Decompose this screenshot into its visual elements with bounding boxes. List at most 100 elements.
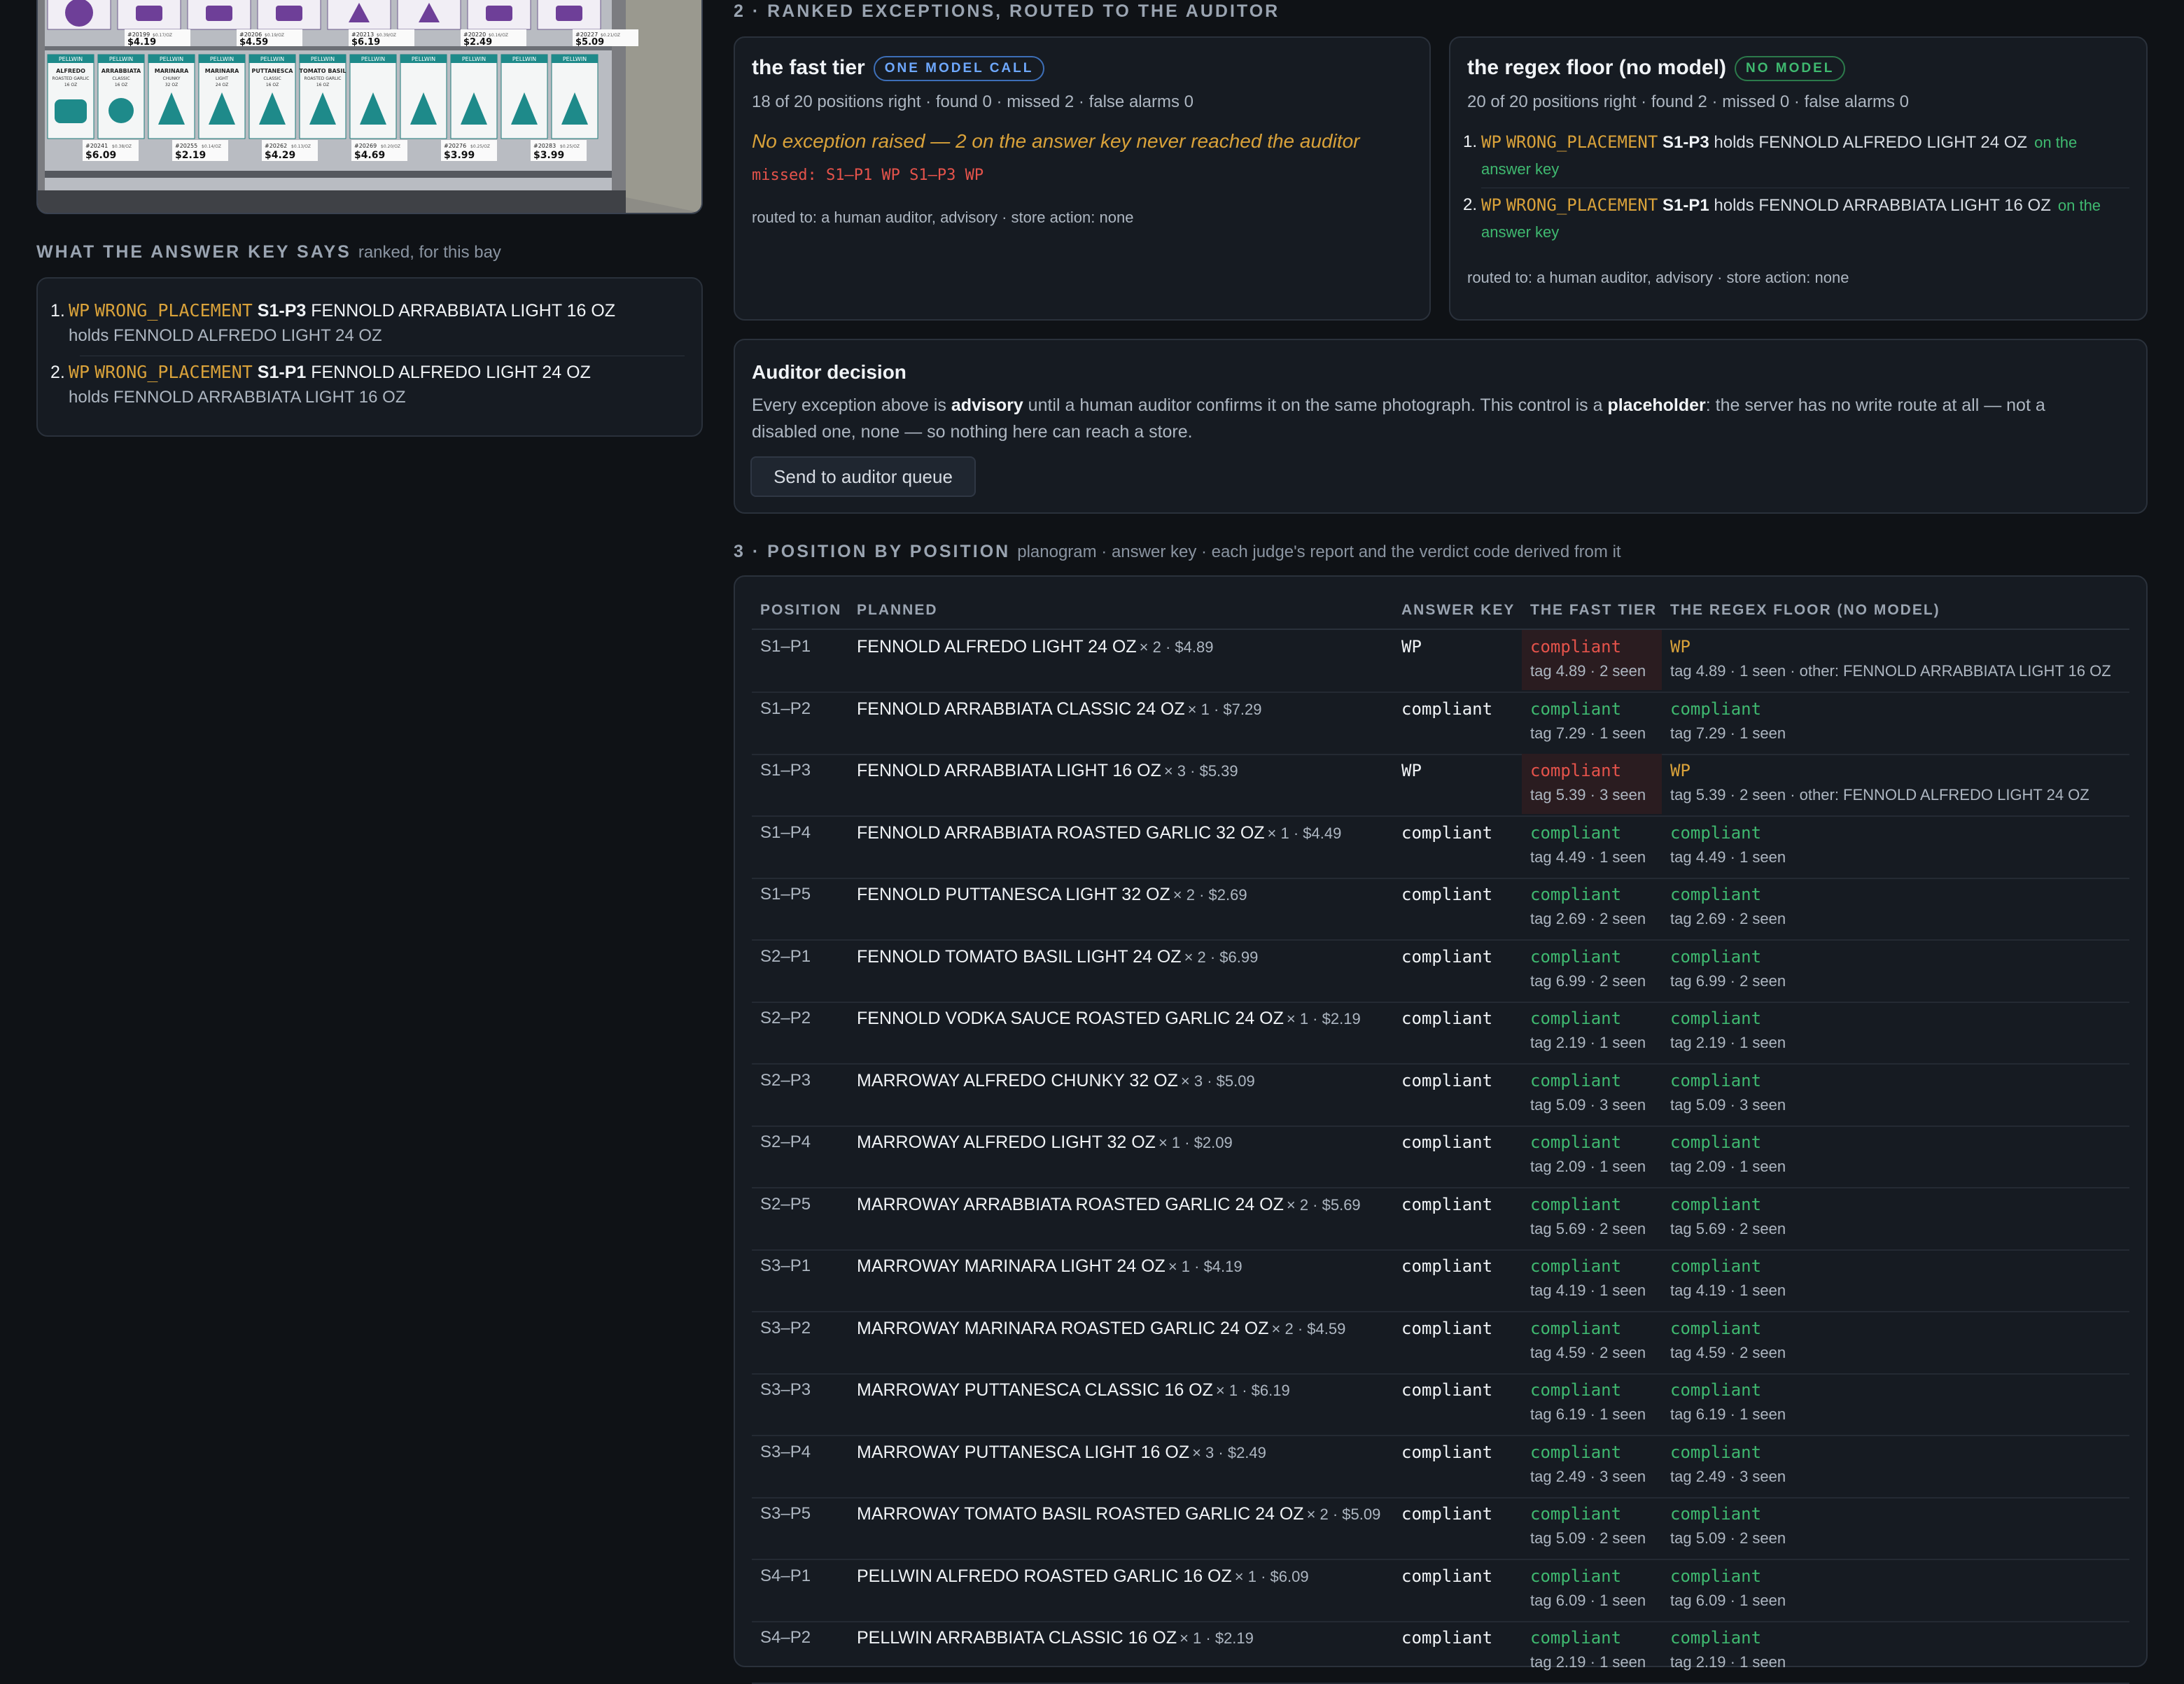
regex-verdict: compliant bbox=[1670, 1132, 1762, 1152]
jar-name: PUTTANESCA bbox=[251, 68, 293, 74]
price-tag: #20283 $0.25/OZ$3.99 bbox=[531, 140, 587, 161]
planned-cell: PELLWIN ARRABBIATA CLASSIC 16 OZ × 1 · $2… bbox=[857, 1628, 1254, 1648]
routed-to-text: routed to: a human auditor, advisory · s… bbox=[752, 209, 1134, 226]
planned-meta: × 2 · $4.59 bbox=[1271, 1319, 1346, 1338]
jar-size: 32 OZ bbox=[165, 83, 178, 87]
regex-verdict: compliant bbox=[1670, 1318, 1762, 1338]
position-cell: S2–P1 bbox=[760, 946, 811, 966]
tag-price: $4.19 bbox=[127, 37, 156, 48]
planned-cell: MARROWAY ALFREDO LIGHT 32 OZ × 1 · $2.09 bbox=[857, 1132, 1233, 1153]
fast-tier-cell: compliant tag 6.99 · 2 seen bbox=[1522, 940, 1662, 1000]
send-to-auditor-queue-button[interactable]: Send to auditor queue bbox=[750, 456, 976, 497]
regex-floor-cell: compliant tag 5.09 · 3 seen bbox=[1662, 1064, 2145, 1124]
answer-key-item: 1. WP WRONG_PLACEMENT S1-P3 FENNOLD ARRA… bbox=[50, 298, 666, 349]
jar-name: MARINARA bbox=[205, 68, 239, 74]
planned-cell: FENNOLD TOMATO BASIL LIGHT 24 OZ × 2 · $6… bbox=[857, 947, 1258, 967]
fast-tag: tag 4.89 · 2 seen bbox=[1530, 662, 1646, 680]
planned-product: FENNOLD ARRABBIATA ROASTED GARLIC 32 OZ bbox=[857, 822, 1265, 843]
planned-meta: × 1 · $2.09 bbox=[1158, 1134, 1233, 1151]
planned-meta: × 1 · $2.19 bbox=[1180, 1629, 1254, 1647]
planned-meta: × 1 · $4.19 bbox=[1168, 1258, 1242, 1275]
answer-key-cell: compliant bbox=[1401, 699, 1493, 719]
tag-price: $3.99 bbox=[533, 150, 564, 161]
planned-product: MARROWAY PUTTANESCA CLASSIC 16 OZ bbox=[857, 1380, 1213, 1400]
regex-floor-cell: compliant tag 4.19 · 1 seen bbox=[1662, 1249, 2145, 1310]
fast-tier-card: the fast tier ONE MODEL CALL 18 of 20 pos… bbox=[734, 36, 1431, 321]
jar-brand: PELLWIN bbox=[462, 56, 486, 62]
planned-cell: MARROWAY TOMATO BASIL ROASTED GARLIC 24 … bbox=[857, 1504, 1380, 1524]
price-tag: #20213 $0.39/OZ$6.19 bbox=[349, 29, 414, 48]
tag-unit-price: $0.20/OZ bbox=[381, 144, 400, 149]
regex-tag: tag 5.69 · 2 seen bbox=[1670, 1219, 1786, 1237]
verdict-label: WRONG_PLACEMENT bbox=[1506, 132, 1658, 152]
regex-floor-cell: compliant tag 5.69 · 2 seen bbox=[1662, 1188, 2145, 1248]
regex-tag: tag 4.59 · 2 seen bbox=[1670, 1343, 1786, 1361]
regex-floor-cell: compliant tag 2.49 · 3 seen bbox=[1662, 1436, 2145, 1496]
verdict-label: WRONG_PLACEMENT bbox=[1506, 195, 1658, 215]
position-cell: S3–P1 bbox=[760, 1256, 811, 1275]
fast-tier-cell: compliant tag 2.19 · 1 seen bbox=[1522, 1002, 1662, 1062]
fast-verdict: compliant bbox=[1530, 1504, 1622, 1524]
sauce-jar: PELLWIN bbox=[551, 54, 598, 139]
position-cell: S3–P3 bbox=[760, 1380, 811, 1399]
regex-tag: tag 2.49 · 3 seen bbox=[1670, 1467, 1786, 1485]
planned-meta: × 2 · $5.09 bbox=[1306, 1506, 1381, 1523]
tag-price: $6.09 bbox=[85, 150, 116, 161]
regex-floor-cell: compliant tag 4.59 · 2 seen bbox=[1662, 1312, 2145, 1372]
jar-name: MARINARA bbox=[155, 68, 189, 74]
auditor-decision-card: Auditor decision Every exception above i… bbox=[734, 339, 2148, 514]
table-row: S3–P2 MARROWAY MARINARA ROASTED GARLIC 24… bbox=[752, 1312, 2129, 1375]
planned-cell: FENNOLD ALFREDO LIGHT 24 OZ × 2 · $4.89 bbox=[857, 637, 1213, 657]
table-row: S2–P1 FENNOLD TOMATO BASIL LIGHT 24 OZ × 2… bbox=[752, 940, 2129, 1003]
regex-floor-cell: compliant tag 2.09 · 1 seen bbox=[1662, 1125, 2145, 1186]
planned-cell: FENNOLD VODKA SAUCE ROASTED GARLIC 24 OZ… bbox=[857, 1009, 1361, 1029]
fast-verdict: compliant bbox=[1530, 1194, 1622, 1214]
verdict-code: WP bbox=[1481, 132, 1502, 152]
planned-product: FENNOLD ALFREDO LIGHT 24 OZ bbox=[857, 637, 1137, 657]
tag-number: #20241 bbox=[85, 143, 108, 149]
jar-brand: PELLWIN bbox=[412, 56, 435, 62]
planned-cell: FENNOLD PUTTANESCA LIGHT 32 OZ × 2 · $2.6… bbox=[857, 885, 1247, 905]
fast-tag: tag 4.19 · 1 seen bbox=[1530, 1282, 1646, 1299]
planned-product: MARROWAY MARINARA ROASTED GARLIC 24 OZ bbox=[857, 1318, 1269, 1338]
product-name: FENNOLD ARRABBIATA LIGHT 16 OZ bbox=[311, 301, 616, 321]
regex-tag: tag 5.09 · 2 seen bbox=[1670, 1529, 1786, 1547]
auditor-decision-text: Every exception above is advisory until … bbox=[752, 392, 2118, 445]
jar-size: 16 OZ bbox=[64, 83, 77, 87]
regex-verdict: WP bbox=[1670, 761, 1690, 780]
missed-list: missed: S1–P1 WP S1–P3 WP bbox=[752, 167, 984, 184]
sauce-jar: PELLWIN bbox=[400, 54, 447, 139]
planned-meta: × 1 · $2.19 bbox=[1286, 1010, 1361, 1027]
shelf-photo: #20199 $0.17/OZ $4.19 #20206 $0.19/OZ $4.59 #2… bbox=[36, 0, 703, 214]
regex-floor-cell: compliant tag 7.29 · 1 seen bbox=[1662, 692, 2145, 752]
planned-meta: × 2 · $5.69 bbox=[1286, 1195, 1361, 1214]
fast-tier-cell: compliant tag 2.19 · 1 seen bbox=[1522, 1621, 1662, 1681]
regex-floor-stats: 20 of 20 positions right · found 2 · mis… bbox=[1467, 92, 1909, 111]
fast-verdict: compliant bbox=[1530, 1628, 1622, 1648]
fast-tag: tag 6.19 · 1 seen bbox=[1530, 1405, 1646, 1423]
column-header-planned: PLANNED bbox=[857, 602, 938, 618]
price-tag: #20220 $0.16/OZ$2.49 bbox=[461, 29, 526, 48]
jar-brand: PELLWIN bbox=[311, 56, 335, 62]
regex-tag: tag 7.29 · 1 seen bbox=[1670, 724, 1786, 742]
answer-key-item: 2. WP WRONG_PLACEMENT S1-P1 FENNOLD ALFR… bbox=[50, 360, 666, 410]
regex-tag: tag 5.39 · 2 seen · other: FENNOLD ALFRE… bbox=[1670, 786, 2090, 804]
price-tag: #20269 $0.20/OZ$4.69 bbox=[351, 140, 407, 161]
jar-variant: ROASTED GARLIC bbox=[52, 76, 90, 81]
position-cell: S2–P3 bbox=[760, 1070, 811, 1090]
fast-tag: tag 5.09 · 2 seen bbox=[1530, 1529, 1646, 1547]
fast-tag: tag 2.19 · 1 seen bbox=[1530, 1653, 1646, 1671]
fast-tag: tag 5.39 · 3 seen bbox=[1530, 786, 1646, 804]
verdict-code: WP bbox=[69, 300, 90, 321]
regex-floor-cell: WP tag 5.39 · 2 seen · other: FENNOLD ALF… bbox=[1662, 754, 2145, 814]
fast-tag: tag 7.29 · 1 seen bbox=[1530, 724, 1646, 742]
fast-verdict: compliant bbox=[1530, 1256, 1622, 1276]
tag-unit-price: $0.25/OZ bbox=[560, 144, 580, 149]
position-cell: S2–P5 bbox=[760, 1194, 811, 1214]
answer-key-cell: WP bbox=[1401, 637, 1422, 657]
fast-tier-cell: compliant tag 4.59 · 2 seen bbox=[1522, 1312, 1662, 1372]
regex-floor-card: the regex floor (no model) NO MODEL 20 of… bbox=[1449, 36, 2148, 321]
regex-tag: tag 6.99 · 2 seen bbox=[1670, 971, 1786, 990]
fast-tier-cell: compliant tag 2.49 · 3 seen bbox=[1522, 1436, 1662, 1496]
position-cell: S2–P2 bbox=[760, 1009, 811, 1027]
